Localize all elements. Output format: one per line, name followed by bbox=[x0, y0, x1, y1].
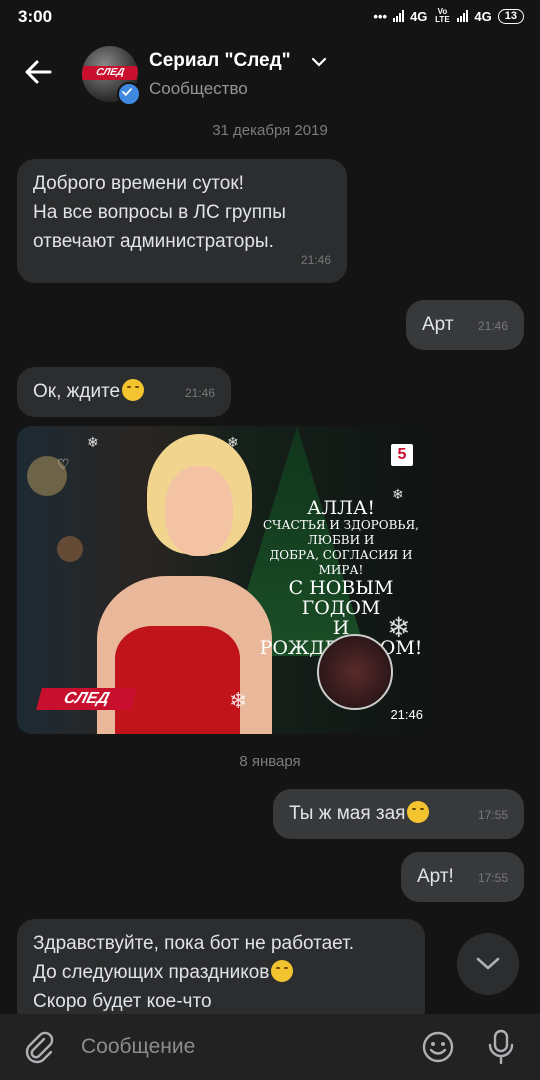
wink-emoji-icon bbox=[271, 960, 294, 982]
snowflake-icon: ❄ bbox=[229, 688, 248, 713]
image-attachment[interactable]: 5 АЛЛА! СЧАСТЬЯ И ЗДОРОВЬЯ, ЛЮБВИ И ДОБР… bbox=[17, 426, 435, 734]
snowflake-icon: ❄ bbox=[227, 434, 239, 450]
hugging-emoji-icon bbox=[407, 801, 430, 823]
page-title[interactable]: Сериал "След" bbox=[149, 50, 291, 72]
message-text: Арт bbox=[422, 314, 454, 335]
chat-header: СЛЕД Сериал "След" Сообщество bbox=[0, 34, 540, 112]
status-time: 3:00 bbox=[18, 7, 53, 26]
message-text-line: отвечают администраторы. bbox=[33, 231, 274, 252]
message-incoming[interactable]: Ок, ждите 21:46 bbox=[17, 367, 231, 417]
message-composer bbox=[0, 1014, 540, 1080]
verified-icon bbox=[117, 82, 141, 106]
message-incoming[interactable]: Доброго времени суток! На все вопросы в … bbox=[17, 159, 347, 283]
message-outgoing[interactable]: Арт! 17:55 bbox=[401, 852, 524, 902]
signal-icon bbox=[393, 10, 405, 22]
microphone-icon[interactable] bbox=[486, 1028, 516, 1066]
message-time: 17:55 bbox=[477, 808, 508, 822]
paperclip-icon[interactable] bbox=[22, 1030, 56, 1064]
message-outgoing[interactable]: Ты ж мая зая 17:55 bbox=[273, 789, 524, 839]
message-text-line: На все вопросы в ЛС группы bbox=[33, 202, 286, 223]
message-incoming[interactable]: Здравствуйте, пока бот не работает. До с… bbox=[17, 919, 425, 1029]
message-text: Ты ж мая зая bbox=[289, 803, 406, 824]
message-text-line: Здравствуйте, пока бот не работает. bbox=[33, 933, 354, 954]
date-separator: 31 декабря 2019 bbox=[212, 122, 328, 139]
signal-icon-2 bbox=[457, 10, 469, 22]
message-text-line: Доброго времени суток! bbox=[33, 173, 244, 194]
volte-label: Vo LTE bbox=[435, 7, 450, 24]
message-time: 21:46 bbox=[477, 319, 508, 333]
battery-icon: 13 bbox=[497, 8, 524, 24]
message-text-line: Скоро будет кое-что bbox=[33, 991, 212, 1012]
smirk-emoji-icon bbox=[122, 379, 145, 401]
status-bar: 3:00 ••• 4G Vo LTE 4G 13 bbox=[0, 0, 540, 34]
message-text-line: До следующих праздников bbox=[33, 958, 409, 987]
message-outgoing[interactable]: Арт 21:46 bbox=[406, 300, 524, 350]
image-logo: СЛЕД bbox=[36, 688, 137, 710]
scroll-down-icon bbox=[476, 957, 500, 970]
more-dots-icon: ••• bbox=[373, 8, 388, 24]
network-label-1: 4G bbox=[410, 8, 428, 24]
heart-icon: ♡ bbox=[57, 456, 70, 472]
network-label-2: 4G bbox=[474, 8, 492, 24]
snowflake-icon: ❄ bbox=[87, 434, 99, 450]
snowflake-icon: ❄ bbox=[392, 486, 404, 502]
message-time: 21:46 bbox=[184, 386, 215, 400]
scroll-down-button[interactable] bbox=[457, 933, 519, 995]
chevron-down-icon[interactable] bbox=[311, 56, 327, 68]
date-separator: 8 января bbox=[239, 753, 301, 770]
back-arrow-icon[interactable] bbox=[22, 56, 54, 88]
page-subtitle: Сообщество bbox=[149, 79, 248, 98]
message-time: 21:46 bbox=[300, 253, 331, 267]
smile-icon[interactable] bbox=[421, 1030, 455, 1064]
channel-badge: 5 bbox=[391, 444, 413, 466]
message-time: 17:55 bbox=[477, 871, 508, 885]
message-text: Ок, ждите bbox=[33, 381, 121, 402]
message-input[interactable] bbox=[79, 1030, 403, 1064]
ornament-photo bbox=[317, 634, 393, 710]
message-time: 21:46 bbox=[390, 707, 423, 722]
status-icons: ••• 4G Vo LTE 4G 13 bbox=[373, 8, 524, 24]
snowflake-icon: ❄ bbox=[387, 612, 411, 643]
avatar-logo: СЛЕД bbox=[94, 67, 126, 78]
message-text: Арт! bbox=[417, 866, 454, 887]
